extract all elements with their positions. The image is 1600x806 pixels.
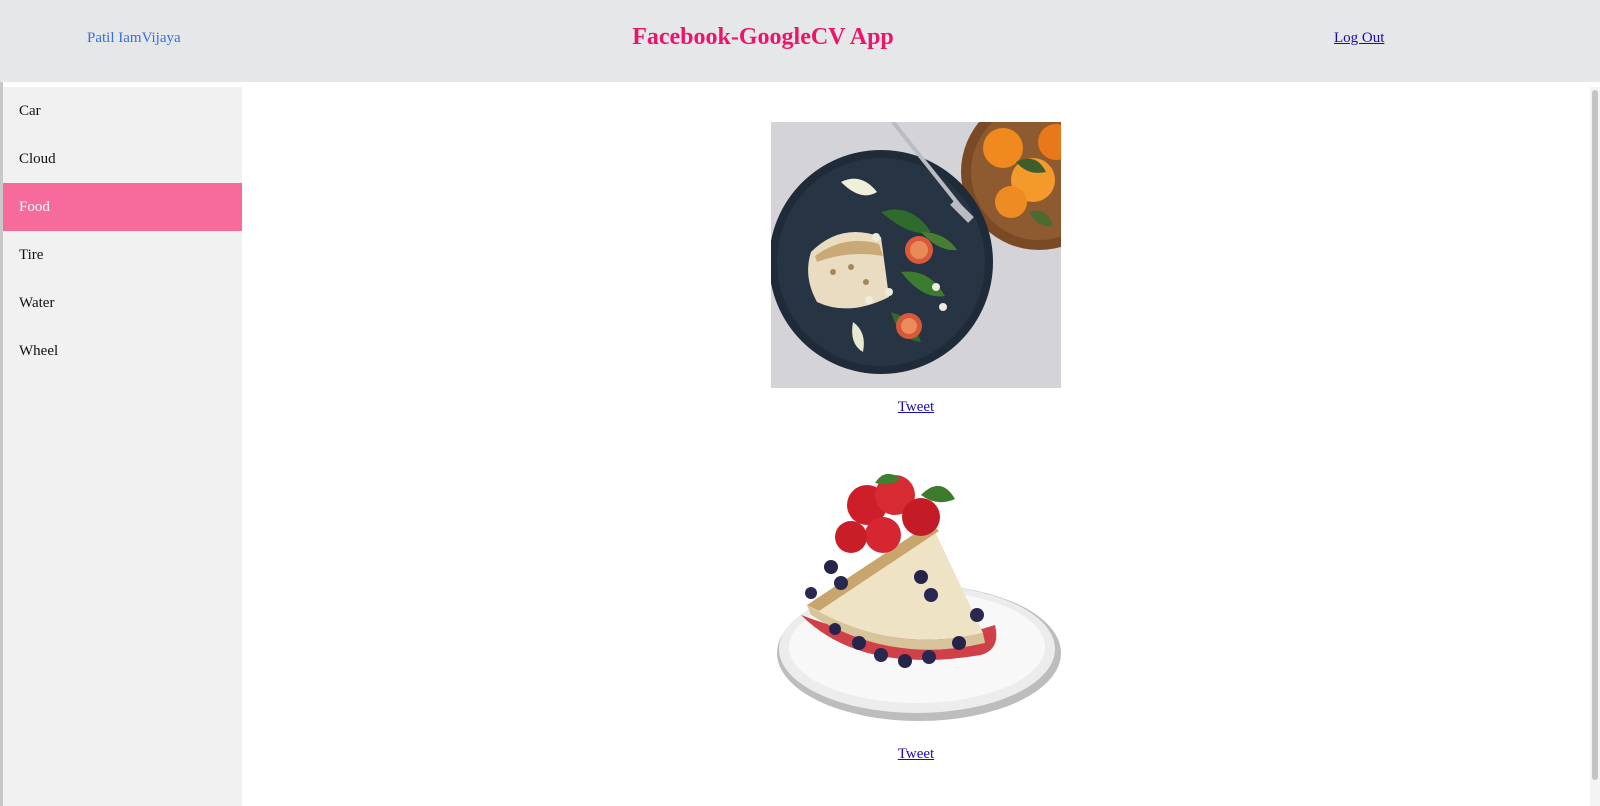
- sidebar-item-cloud[interactable]: Cloud: [3, 135, 242, 183]
- app-header: Patil IamVijaya Facebook-GoogleCV App Lo…: [0, 0, 1600, 82]
- image-feed: Tweet Tweet: [242, 87, 1590, 806]
- sidebar-item-food[interactable]: Food: [3, 183, 242, 231]
- scrollbar-thumb[interactable]: [1592, 90, 1598, 780]
- sidebar-item-car[interactable]: Car: [3, 87, 242, 135]
- logout-link[interactable]: Log Out: [1334, 30, 1384, 47]
- berry-cheesecake-photo: [771, 465, 1061, 731]
- tweet-link[interactable]: Tweet: [242, 746, 1590, 763]
- category-sidebar: Car Cloud Food Tire Water Wheel: [3, 87, 242, 806]
- sidebar-item-water[interactable]: Water: [3, 279, 242, 327]
- tweet-link[interactable]: Tweet: [242, 399, 1590, 416]
- sidebar-item-wheel[interactable]: Wheel: [3, 327, 242, 375]
- app-title: Facebook-GoogleCV App: [632, 24, 894, 50]
- sidebar-item-tire[interactable]: Tire: [3, 231, 242, 279]
- plated-fish-salad-photo: [771, 122, 1061, 388]
